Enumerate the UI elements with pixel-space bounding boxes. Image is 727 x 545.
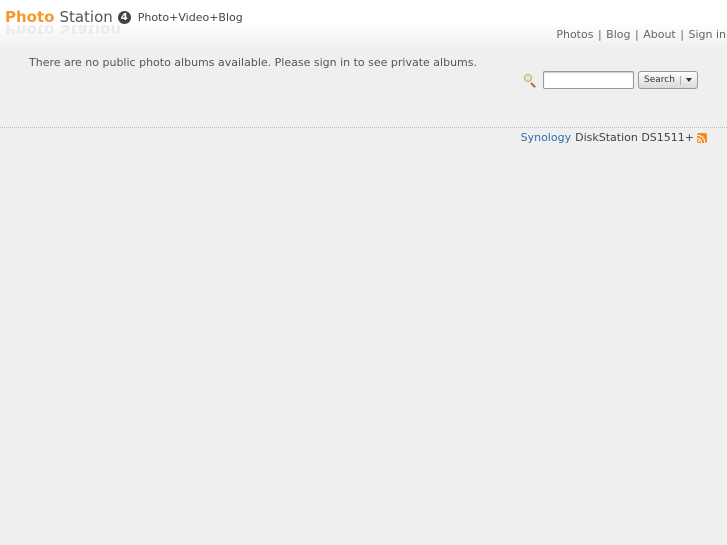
nav-photos-link[interactable]: Photos bbox=[556, 28, 593, 41]
search-icon bbox=[524, 73, 537, 88]
nav-separator: | bbox=[680, 28, 684, 41]
nav-sign-in-link[interactable]: Sign in bbox=[688, 28, 726, 41]
chevron-down-icon[interactable] bbox=[685, 78, 692, 82]
version-badge: 4 bbox=[117, 10, 131, 24]
header: Photo Station 4 Photo+Video+Blog Photo S… bbox=[0, 0, 727, 46]
search-button[interactable]: Search bbox=[638, 71, 698, 89]
nav-about-link[interactable]: About bbox=[643, 28, 676, 41]
logo-tagline: Photo+Video+Blog bbox=[137, 10, 243, 24]
search-input[interactable] bbox=[543, 71, 634, 89]
footer: Synology DiskStation DS1511+ bbox=[521, 131, 707, 144]
search-button-label: Search bbox=[644, 75, 675, 85]
nav-separator: | bbox=[597, 28, 602, 41]
device-name: DiskStation DS1511+ bbox=[575, 131, 694, 144]
nav-separator: | bbox=[635, 28, 639, 41]
logo-reflection: Photo Station bbox=[5, 24, 122, 34]
nav-blog-link[interactable]: Blog bbox=[606, 28, 630, 41]
rss-icon[interactable] bbox=[697, 132, 707, 143]
synology-link[interactable]: Synology bbox=[521, 131, 571, 144]
footer-divider bbox=[0, 127, 727, 128]
top-navigation: Photos | Blog | About | Sign in bbox=[556, 28, 726, 41]
no-albums-notice: There are no public photo albums availab… bbox=[29, 56, 477, 69]
search-area: Search bbox=[524, 69, 698, 91]
